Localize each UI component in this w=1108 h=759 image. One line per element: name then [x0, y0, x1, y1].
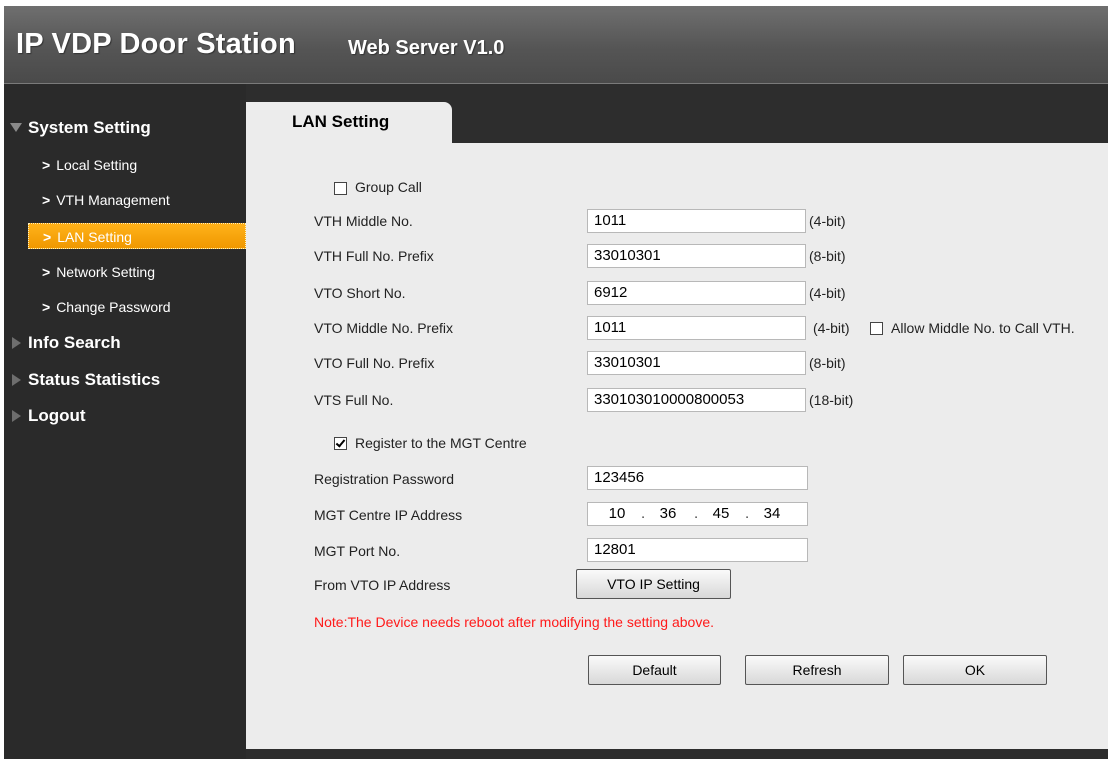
chevron-right-icon: >: [43, 229, 52, 245]
ip-octet-4[interactable]: 34: [755, 503, 789, 525]
collapsed-triangle-icon: [12, 337, 21, 349]
allow-middle-no-label: Allow Middle No. to Call VTH.: [891, 320, 1075, 336]
vth-full-no-prefix-hint: (8-bit): [809, 248, 846, 264]
vts-full-no-input[interactable]: 330103010000800053: [587, 388, 806, 412]
sidebar-item-vth-management[interactable]: > VTH Management: [28, 187, 246, 213]
from-vto-ip-label: From VTO IP Address: [314, 577, 451, 593]
sidebar-item-network-setting[interactable]: > Network Setting: [28, 259, 246, 285]
sidebar-item-local-setting[interactable]: > Local Setting: [28, 152, 246, 178]
chevron-right-icon: >: [42, 157, 51, 173]
registration-password-label: Registration Password: [314, 471, 455, 487]
mgt-centre-ip-label: MGT Centre IP Address: [314, 507, 463, 523]
allow-middle-no-checkbox[interactable]: [870, 322, 883, 335]
chevron-right-icon: >: [42, 264, 51, 280]
reboot-note: Note:The Device needs reboot after modif…: [314, 614, 715, 630]
registration-password-input[interactable]: 123456: [587, 466, 808, 490]
sidebar-item-label: Network Setting: [56, 264, 156, 280]
vto-full-no-prefix-hint: (8-bit): [809, 355, 846, 371]
vts-full-no-label: VTS Full No.: [314, 392, 394, 408]
ip-dot: .: [641, 505, 646, 522]
mgt-port-label: MGT Port No.: [314, 543, 401, 559]
app-subtitle: Web Server V1.0: [348, 37, 505, 59]
vto-short-no-input[interactable]: 6912: [587, 281, 806, 305]
ip-dot: .: [694, 505, 699, 522]
sidebar-section-label: Logout: [28, 406, 86, 425]
vto-short-no-label: VTO Short No.: [314, 285, 406, 301]
sidebar-section-status-statistics[interactable]: Status Statistics: [12, 369, 161, 391]
collapsed-triangle-icon: [12, 374, 21, 386]
app-title: IP VDP Door Station: [16, 28, 296, 60]
refresh-button[interactable]: Refresh: [745, 655, 889, 685]
ip-octet-2[interactable]: 36: [651, 503, 685, 525]
mgt-port-input[interactable]: 12801: [587, 538, 808, 562]
register-mgt-label: Register to the MGT Centre: [355, 435, 527, 451]
vth-middle-no-label: VTH Middle No.: [314, 213, 413, 229]
sidebar-section-label: System Setting: [28, 118, 151, 137]
expanded-triangle-icon: [10, 123, 22, 132]
lan-setting-panel: Group Call VTH Middle No. 1011 (4-bit) V…: [246, 143, 1108, 749]
tab-label: LAN Setting: [292, 112, 390, 131]
vto-full-no-prefix-label: VTO Full No. Prefix: [314, 355, 435, 371]
app-window: IP VDP Door Station Web Server V1.0 Syst…: [4, 6, 1108, 759]
sidebar-section-label: Status Statistics: [28, 370, 161, 389]
chevron-right-icon: >: [42, 192, 51, 208]
vth-middle-no-input[interactable]: 1011: [587, 209, 806, 233]
ok-button[interactable]: OK: [903, 655, 1047, 685]
sidebar-item-change-password[interactable]: > Change Password: [28, 294, 246, 320]
sidebar-item-label: LAN Setting: [57, 229, 132, 245]
mgt-centre-ip-input[interactable]: 10 . 36 . 45 . 34: [587, 502, 808, 526]
vto-middle-no-prefix-hint: (4-bit): [813, 320, 850, 336]
sidebar-section-system-setting[interactable]: System Setting: [10, 117, 151, 139]
default-button[interactable]: Default: [588, 655, 721, 685]
chevron-right-icon: >: [42, 299, 51, 315]
sidebar-item-label: Local Setting: [56, 157, 138, 173]
vto-middle-no-prefix-input[interactable]: 1011: [587, 316, 806, 340]
sidebar-item-label: VTH Management: [56, 192, 170, 208]
ip-octet-1[interactable]: 10: [600, 503, 634, 525]
sidebar-section-label: Info Search: [28, 333, 121, 352]
collapsed-triangle-icon: [12, 410, 21, 422]
vts-full-no-hint: (18-bit): [809, 392, 854, 408]
group-call-label: Group Call: [355, 179, 422, 195]
sidebar-item-label: Change Password: [56, 299, 171, 315]
group-call-checkbox[interactable]: [334, 182, 347, 195]
vth-full-no-prefix-input[interactable]: 33010301: [587, 244, 806, 268]
sidebar-section-info-search[interactable]: Info Search: [12, 332, 121, 354]
vto-middle-no-prefix-label: VTO Middle No. Prefix: [314, 320, 454, 336]
vth-full-no-prefix-label: VTH Full No. Prefix: [314, 248, 434, 264]
sidebar-item-lan-setting[interactable]: > LAN Setting: [28, 223, 246, 249]
register-mgt-checkbox[interactable]: [334, 437, 347, 450]
vto-full-no-prefix-input[interactable]: 33010301: [587, 351, 806, 375]
sidebar: System Setting > Local Setting > VTH Manag…: [4, 84, 246, 759]
vto-short-no-hint: (4-bit): [809, 285, 846, 301]
vth-middle-no-hint: (4-bit): [809, 213, 846, 229]
ip-dot: .: [745, 505, 750, 522]
sidebar-section-logout[interactable]: Logout: [12, 405, 86, 427]
tab-lan-setting[interactable]: LAN Setting: [246, 102, 452, 143]
vto-ip-setting-button[interactable]: VTO IP Setting: [576, 569, 731, 599]
app-header: IP VDP Door Station Web Server V1.0: [4, 6, 1108, 84]
ip-octet-3[interactable]: 45: [704, 503, 738, 525]
